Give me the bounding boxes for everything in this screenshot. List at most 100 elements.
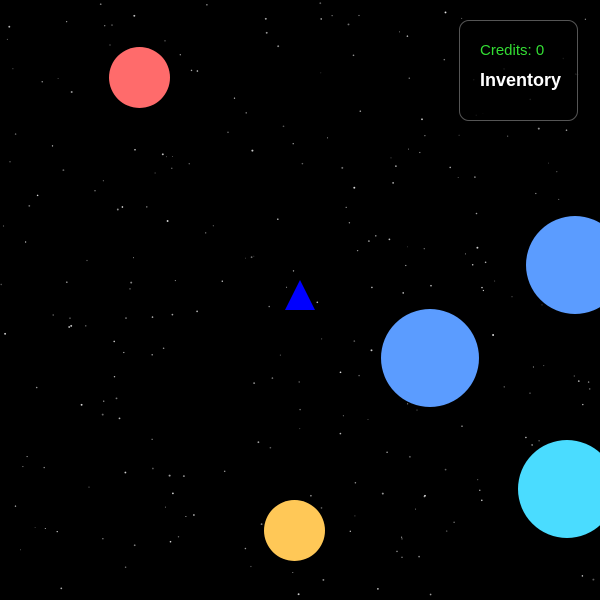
star: [354, 482, 357, 484]
star: [388, 238, 391, 241]
yellow-planet[interactable]: [264, 500, 325, 561]
star: [26, 456, 28, 458]
star: [130, 281, 133, 284]
star: [573, 375, 575, 377]
star: [482, 289, 485, 292]
star: [444, 468, 447, 471]
star: [111, 24, 113, 26]
red-planet[interactable]: [109, 47, 170, 108]
star: [282, 125, 285, 128]
star: [129, 288, 131, 290]
star: [375, 235, 377, 237]
star: [271, 377, 274, 379]
star: [474, 176, 476, 178]
star: [390, 157, 392, 159]
star: [168, 474, 171, 477]
star: [164, 40, 166, 42]
star: [424, 494, 426, 497]
star: [86, 259, 88, 262]
star: [132, 257, 135, 259]
star: [492, 334, 495, 336]
star: [541, 304, 543, 306]
blue-planet-center[interactable]: [381, 309, 479, 407]
star: [177, 536, 180, 538]
star: [371, 286, 373, 289]
star: [2, 225, 5, 227]
star: [429, 593, 432, 596]
star: [349, 530, 351, 532]
inventory-button[interactable]: Inventory: [480, 70, 561, 91]
star: [115, 397, 118, 400]
star: [407, 403, 409, 405]
star: [418, 555, 420, 558]
star: [358, 14, 360, 17]
star: [116, 208, 119, 211]
star: [60, 587, 63, 590]
star: [251, 149, 254, 152]
star: [151, 438, 153, 440]
star: [396, 550, 398, 553]
star: [406, 35, 409, 37]
star: [477, 479, 479, 481]
star: [339, 371, 342, 374]
star: [28, 204, 31, 207]
star: [123, 351, 125, 354]
star: [320, 72, 322, 74]
star: [265, 31, 268, 34]
star: [298, 381, 300, 383]
star: [250, 565, 252, 568]
star: [70, 324, 73, 327]
star: [356, 249, 359, 252]
star: [152, 467, 154, 470]
star: [233, 97, 236, 99]
star: [565, 129, 568, 131]
star: [161, 153, 164, 156]
star: [310, 494, 312, 497]
star: [464, 253, 466, 255]
star: [151, 354, 153, 356]
star: [475, 212, 478, 215]
star: [12, 68, 14, 70]
star: [581, 575, 584, 577]
star: [41, 81, 43, 83]
star: [250, 256, 253, 259]
star: [292, 270, 295, 272]
star: [299, 428, 301, 430]
star: [62, 169, 65, 172]
star: [416, 409, 418, 411]
game-canvas[interactable]: Credits: 0 Inventory: [0, 0, 600, 600]
star: [320, 18, 322, 20]
star: [171, 167, 173, 169]
star: [196, 70, 199, 72]
star: [358, 374, 360, 377]
star: [408, 455, 411, 458]
star: [476, 246, 479, 249]
star: [345, 206, 347, 209]
star: [556, 171, 558, 173]
star: [359, 110, 362, 112]
star: [386, 451, 388, 454]
star: [260, 523, 263, 525]
star: [164, 506, 166, 508]
star: [103, 400, 105, 402]
star: [121, 206, 124, 208]
star: [104, 25, 106, 27]
star: [51, 145, 54, 147]
star: [558, 198, 560, 200]
star: [113, 340, 115, 343]
star: [146, 206, 148, 208]
star: [348, 222, 351, 224]
star: [424, 135, 426, 137]
star: [36, 194, 39, 197]
star: [223, 470, 226, 473]
star: [395, 165, 397, 167]
star: [133, 14, 136, 17]
star: [401, 538, 403, 540]
star: [316, 301, 319, 304]
star: [193, 514, 195, 516]
star: [535, 192, 537, 195]
star: [407, 246, 408, 248]
star: [449, 166, 452, 169]
star: [592, 578, 595, 581]
star: [331, 15, 333, 17]
